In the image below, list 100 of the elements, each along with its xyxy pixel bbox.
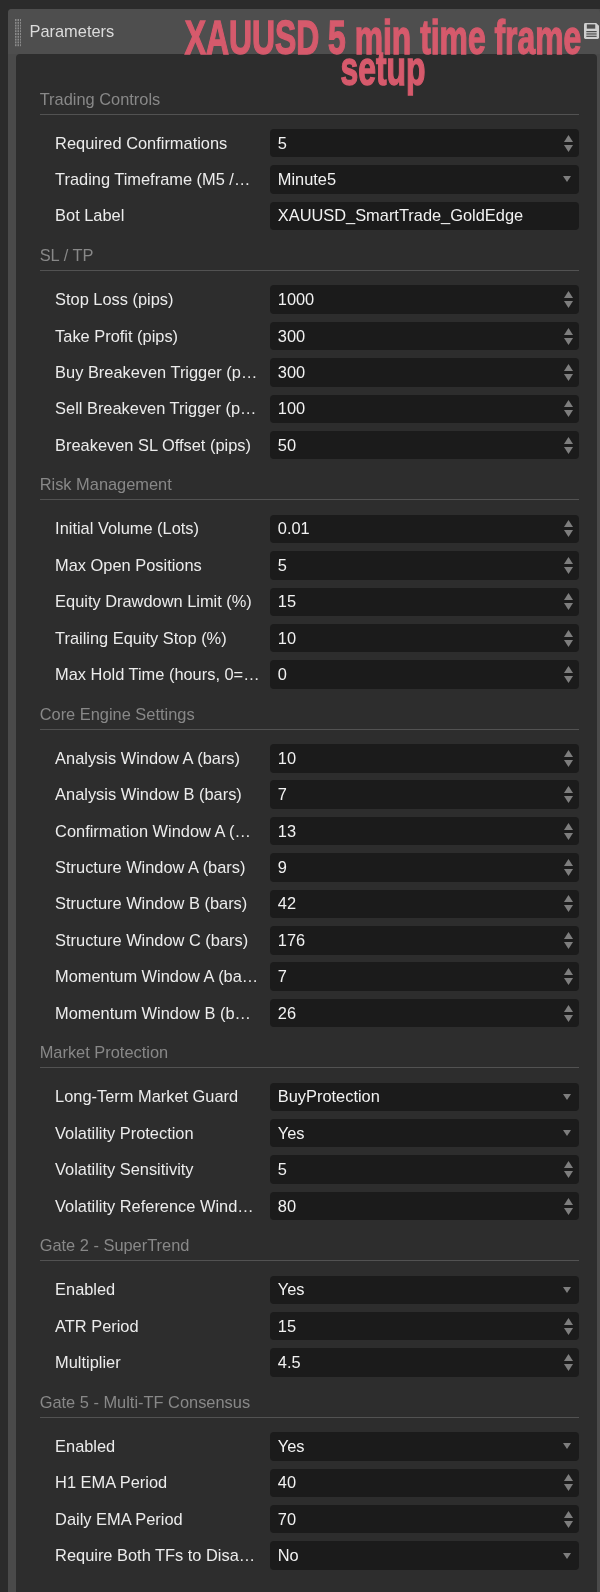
parameter-label: Required Confirmations: [55, 133, 229, 153]
caret-icon: [563, 1443, 571, 1450]
number-field[interactable]: 15: [270, 1311, 579, 1341]
stepper-arrows-icon[interactable]: [564, 362, 573, 382]
number-field[interactable]: 26: [270, 998, 579, 1028]
text-field[interactable]: XAUUSD_SmartTrade_GoldEdge: [270, 201, 579, 231]
stepper-arrows-icon[interactable]: [564, 930, 573, 950]
dropdown[interactable]: BuyProtection: [270, 1082, 579, 1112]
stepper-arrows-icon[interactable]: [564, 326, 573, 346]
section-heading: SL / TP: [39, 246, 94, 265]
caret-icon: [563, 1552, 571, 1559]
stepper-arrows-icon[interactable]: [564, 1196, 573, 1216]
stepper-arrows-icon[interactable]: [564, 785, 573, 805]
dropdown[interactable]: Yes: [270, 1275, 579, 1305]
number-field[interactable]: 7: [270, 962, 579, 991]
stepper-arrows-icon[interactable]: [564, 1160, 573, 1180]
number-field[interactable]: 7: [270, 780, 579, 809]
caret-icon: [563, 1093, 571, 1100]
stepper-arrows-icon[interactable]: [564, 821, 573, 841]
number-field[interactable]: 300: [270, 321, 579, 351]
stepper-arrows-icon[interactable]: [564, 519, 573, 539]
number-field[interactable]: 176: [270, 926, 579, 955]
stepper-arrows-icon[interactable]: [564, 1353, 573, 1373]
parameter-label: Analysis Window A (bars): [55, 748, 241, 768]
overlay-caption: XAUUSD 5 min time frame setup: [183, 18, 583, 97]
number-field[interactable]: 10: [270, 623, 579, 653]
panel-title: Parameters: [29, 21, 115, 41]
stepper-arrows-icon[interactable]: [564, 894, 573, 914]
number-field[interactable]: 10: [270, 744, 579, 773]
dropdown[interactable]: No: [270, 1541, 579, 1570]
parameter-label: H1 EMA Period: [55, 1473, 169, 1493]
parameter-label: Volatility Protection: [55, 1123, 195, 1143]
parameter-label: Multiplier: [55, 1353, 122, 1373]
parameter-label: Volatility Reference Wind…: [55, 1196, 255, 1216]
stepper-arrows-icon[interactable]: [564, 1473, 573, 1493]
parameter-label: Momentum Window A (ba…: [55, 967, 260, 987]
number-field[interactable]: 4.5: [270, 1348, 579, 1377]
stepper-arrows-icon[interactable]: [564, 133, 573, 153]
stepper-arrows-icon[interactable]: [564, 748, 573, 768]
dropdown[interactable]: Yes: [270, 1432, 579, 1461]
parameter-label: Max Open Positions: [55, 555, 203, 575]
parameter-label: Trading Timeframe (M5 /…: [55, 169, 252, 189]
number-field[interactable]: 1000: [270, 285, 579, 314]
parameter-label: Breakeven SL Offset (pips): [55, 435, 252, 455]
parameter-label: Buy Breakeven Trigger (p…: [55, 362, 259, 382]
number-field[interactable]: 42: [270, 889, 579, 919]
parameter-label: Structure Window A (bars): [55, 858, 247, 877]
parameter-label: Require Both TFs to Disa…: [55, 1546, 257, 1566]
parameter-label: Initial Volume (Lots): [55, 519, 201, 539]
save-icon[interactable]: [584, 23, 599, 40]
number-field[interactable]: 300: [270, 358, 579, 387]
parameter-label: Momentum Window B (b…: [55, 1003, 252, 1023]
number-field[interactable]: 50: [270, 430, 579, 460]
stepper-arrows-icon[interactable]: [564, 967, 573, 987]
number-field[interactable]: 9: [270, 853, 579, 882]
number-field[interactable]: 5: [270, 551, 579, 580]
number-field[interactable]: 5: [270, 1155, 579, 1184]
parameter-label: Enabled: [55, 1436, 117, 1456]
section-heading: Gate 2 - SuperTrend: [39, 1236, 190, 1255]
caret-icon: [563, 176, 571, 183]
parameter-label: Confirmation Window A (…: [55, 821, 252, 841]
parameter-label: Volatility Sensitivity: [55, 1160, 195, 1180]
stepper-arrows-icon[interactable]: [564, 399, 573, 419]
dropdown[interactable]: Minute5: [270, 165, 579, 194]
parameter-label: Structure Window C (bars): [55, 930, 250, 950]
parameter-label: Bot Label: [55, 206, 126, 226]
grip-icon[interactable]: [14, 18, 21, 47]
caret-icon: [563, 1286, 571, 1293]
dropdown[interactable]: Yes: [270, 1119, 579, 1148]
parameter-label: Sell Breakeven Trigger (p…: [55, 399, 258, 419]
stepper-arrows-icon[interactable]: [564, 858, 573, 877]
stepper-arrows-icon[interactable]: [564, 1509, 573, 1529]
parameter-label: Structure Window B (bars): [55, 894, 249, 914]
stepper-arrows-icon[interactable]: [564, 435, 573, 455]
section-heading: Core Engine Settings: [39, 704, 195, 723]
number-field[interactable]: 13: [270, 816, 579, 846]
number-field[interactable]: 5: [270, 128, 579, 158]
stepper-arrows-icon[interactable]: [564, 592, 573, 612]
stepper-arrows-icon[interactable]: [564, 555, 573, 575]
parameter-label: Max Hold Time (hours, 0=…: [55, 665, 261, 685]
stepper-arrows-icon[interactable]: [564, 665, 573, 685]
parameter-label: Equity Drawdown Limit (%): [55, 592, 253, 612]
number-field[interactable]: 15: [270, 587, 579, 616]
stepper-arrows-icon[interactable]: [564, 1003, 573, 1023]
number-field[interactable]: 40: [270, 1468, 579, 1497]
stepper-arrows-icon[interactable]: [564, 290, 573, 310]
parameter-label: Trailing Equity Stop (%): [55, 628, 228, 648]
parameter-label: Take Profit (pips): [55, 326, 180, 346]
parameter-label: Stop Loss (pips): [55, 290, 175, 310]
section-heading: Market Protection: [39, 1043, 169, 1062]
parameter-label: ATR Period: [55, 1316, 140, 1336]
section-heading: Trading Controls: [39, 89, 161, 108]
stepper-arrows-icon[interactable]: [564, 628, 573, 648]
number-field[interactable]: 0.01: [270, 514, 579, 544]
number-field[interactable]: 70: [270, 1504, 579, 1534]
number-field[interactable]: 100: [270, 394, 579, 424]
number-field[interactable]: 80: [270, 1191, 579, 1221]
parameter-label: Analysis Window B (bars): [55, 785, 243, 805]
number-field[interactable]: 0: [270, 660, 579, 689]
stepper-arrows-icon[interactable]: [564, 1316, 573, 1336]
